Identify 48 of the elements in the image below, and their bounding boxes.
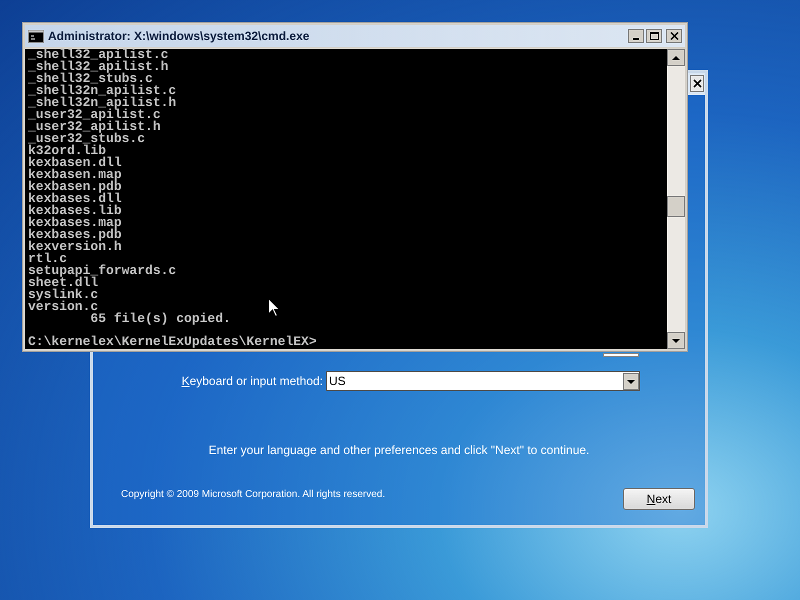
console-line: kexversion.h (28, 241, 122, 253)
console-line: _user32_stubs.c (28, 133, 146, 145)
window-title: Administrator: X:\windows\system32\cmd.exe (48, 28, 310, 45)
console-icon (28, 30, 44, 42)
dropdown-value: US (329, 373, 346, 390)
minimize-button[interactable] (628, 29, 644, 43)
console-line: _shell32_apilist.c (28, 49, 168, 61)
console-line: kexbasen.map (28, 169, 122, 181)
console-line: kexbases.dll (28, 193, 122, 205)
console-line: kexbasen.dll (28, 157, 122, 169)
next-button[interactable]: Next (623, 488, 695, 510)
mouse-cursor-icon (268, 298, 280, 317)
maximize-icon (650, 32, 658, 40)
close-button[interactable] (690, 75, 704, 92)
close-button[interactable] (666, 29, 682, 43)
keyboard-label: Keyboard or input method: (180, 373, 323, 390)
scroll-up-button[interactable] (667, 49, 685, 66)
command-prompt: C:\kernelex\KernelExUpdates\KernelEX> (28, 336, 317, 348)
close-icon (670, 32, 678, 40)
vertical-scrollbar[interactable] (667, 49, 685, 349)
console-line: _shell32n_apilist.h (28, 97, 176, 109)
maximize-button[interactable] (646, 29, 662, 43)
console-line: _shell32_apilist.h (28, 61, 168, 73)
console-line: kexbases.map (28, 217, 122, 229)
instruction-text: Enter your language and other preferences and click "Next" to continue. (208, 442, 590, 459)
field-edge (603, 353, 639, 357)
up-arrow-icon (672, 56, 680, 60)
scroll-down-button[interactable] (667, 332, 685, 349)
console-line: kexbases.lib (28, 205, 122, 217)
down-arrow-icon (672, 338, 680, 342)
console-line: kexbases.pdb (28, 229, 122, 241)
console-line: _user32_apilist.h (28, 121, 161, 133)
console-line: setupapi_forwards.c (28, 265, 176, 277)
console-line: rtl.c (28, 253, 68, 265)
console-line: version.c (28, 301, 98, 313)
console-line: syslink.c (28, 289, 98, 301)
scroll-thumb[interactable] (667, 196, 685, 217)
console-line: 65 file(s) copied. (89, 313, 231, 325)
console-line: _shell32n_apilist.c (28, 85, 176, 97)
console-line: sheet.dll (28, 277, 98, 289)
close-icon (692, 79, 702, 88)
console-line: _shell32_stubs.c (28, 73, 153, 85)
copyright-text: Copyright © 2009 Microsoft Corporation. All rights reserved. (121, 488, 386, 502)
console-line: kexbasen.pdb (28, 181, 122, 193)
minimize-icon (633, 38, 639, 40)
keyboard-dropdown[interactable]: US (326, 371, 640, 391)
console-line: k32ord.lib (28, 145, 106, 157)
console-line: _user32_apilist.c (28, 109, 161, 121)
